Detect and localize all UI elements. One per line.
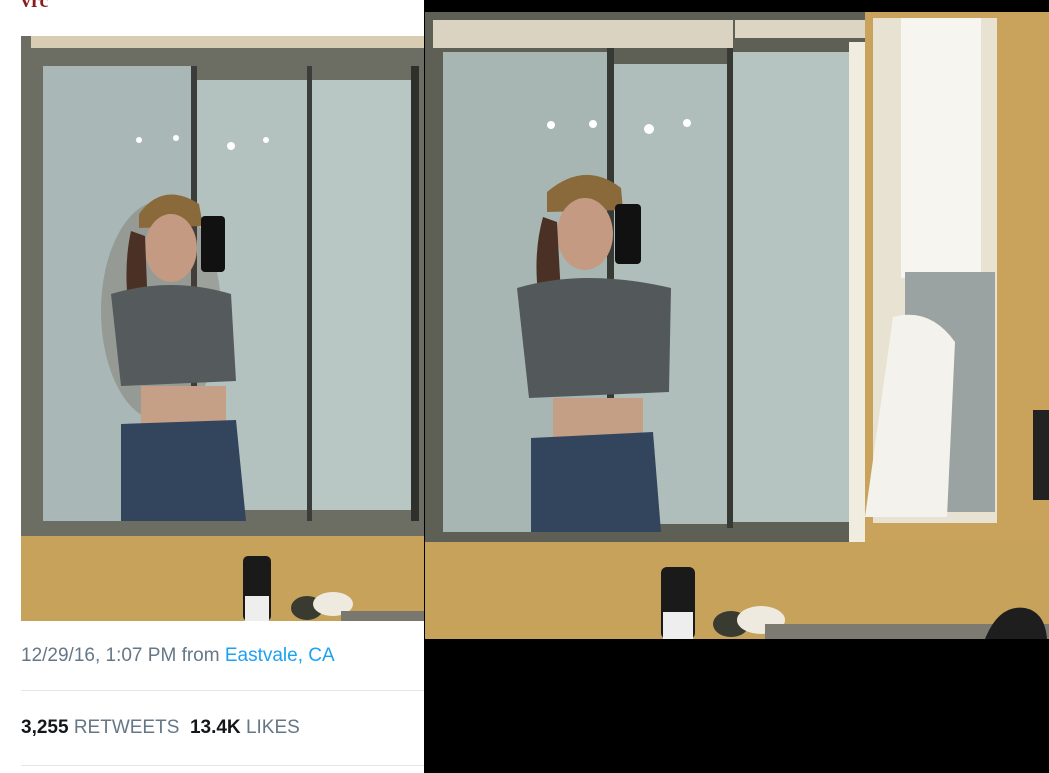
selfie-image (21, 36, 424, 621)
retweets-label[interactable]: RETWEETS (74, 717, 180, 738)
avatar-fragment: vrc (21, 0, 49, 12)
tweet-photo[interactable] (21, 36, 424, 621)
tweet-stats: 3,255 RETWEETS 13.4K LIKES (21, 717, 300, 739)
likes-count[interactable]: 13.4K (190, 717, 241, 738)
retweets-count[interactable]: 3,255 (21, 717, 69, 738)
tweet-timestamp-line: 12/29/16, 1:07 PM from Eastvale, CA (21, 645, 335, 667)
selfie-full-image (425, 12, 1049, 639)
tweet-timestamp: 12/29/16, 1:07 PM (21, 645, 177, 666)
from-label: from (181, 645, 220, 666)
full-photo[interactable] (425, 12, 1049, 639)
full-photo-panel (424, 0, 1049, 773)
tweet-panel: vrc 12/29/16, 1:07 PM from Eastvale, CA … (0, 0, 424, 773)
divider (21, 690, 424, 691)
likes-label[interactable]: LIKES (246, 717, 300, 738)
location-link[interactable]: Eastvale, CA (225, 645, 335, 666)
divider (21, 765, 424, 766)
